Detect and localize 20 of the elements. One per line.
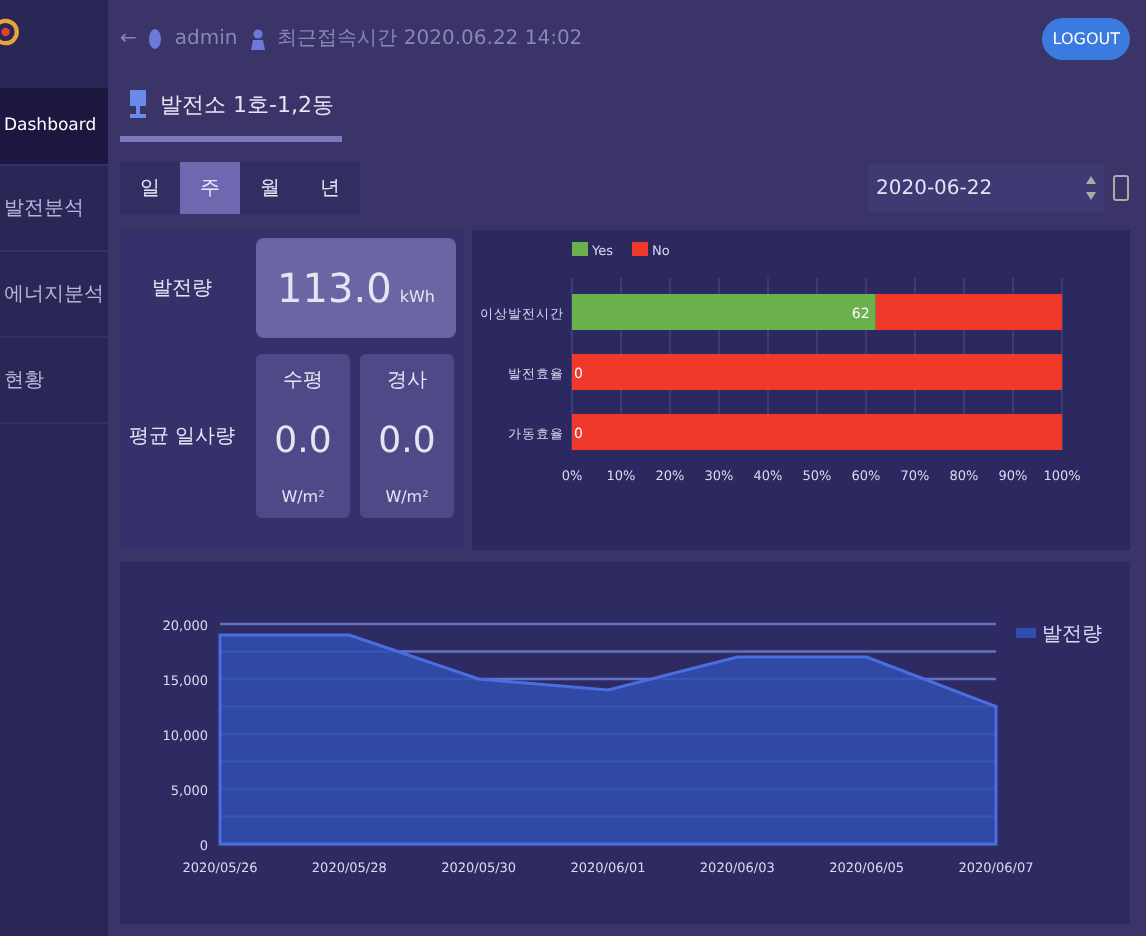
period-tab[interactable]: 년 [300, 162, 360, 214]
logout-button[interactable]: LOGOUT [1042, 17, 1130, 59]
irradiance-card: 수평 0.0 W/m² [256, 354, 350, 518]
calendar-icon[interactable] [1112, 174, 1130, 202]
generation-card: 113.0 kWh [256, 238, 456, 338]
period-tab[interactable]: 일 [120, 162, 180, 214]
page-title-tab[interactable]: 발전소 1호-1,2동 [120, 76, 342, 142]
period-tab[interactable]: 주 [180, 162, 240, 214]
period-tab[interactable]: 월 [240, 162, 300, 214]
generation-label: 발전량 [150, 276, 214, 302]
monitor-icon [128, 88, 148, 120]
sidebar-item[interactable]: Dashboard [0, 88, 108, 166]
user-name: admin [174, 27, 238, 49]
legend-label: 발전량 [1042, 623, 1102, 645]
date-field[interactable]: 2020-06-22 [868, 164, 1104, 212]
irradiance-card: 경사 0.0 W/m² [360, 354, 454, 518]
last-login-text: 최근접속시간 2020.06.22 14:02 [277, 26, 583, 52]
stepper-icon [1086, 176, 1096, 200]
irradiance-label: 평균 일사량 [126, 424, 238, 450]
person-icon [249, 27, 266, 49]
